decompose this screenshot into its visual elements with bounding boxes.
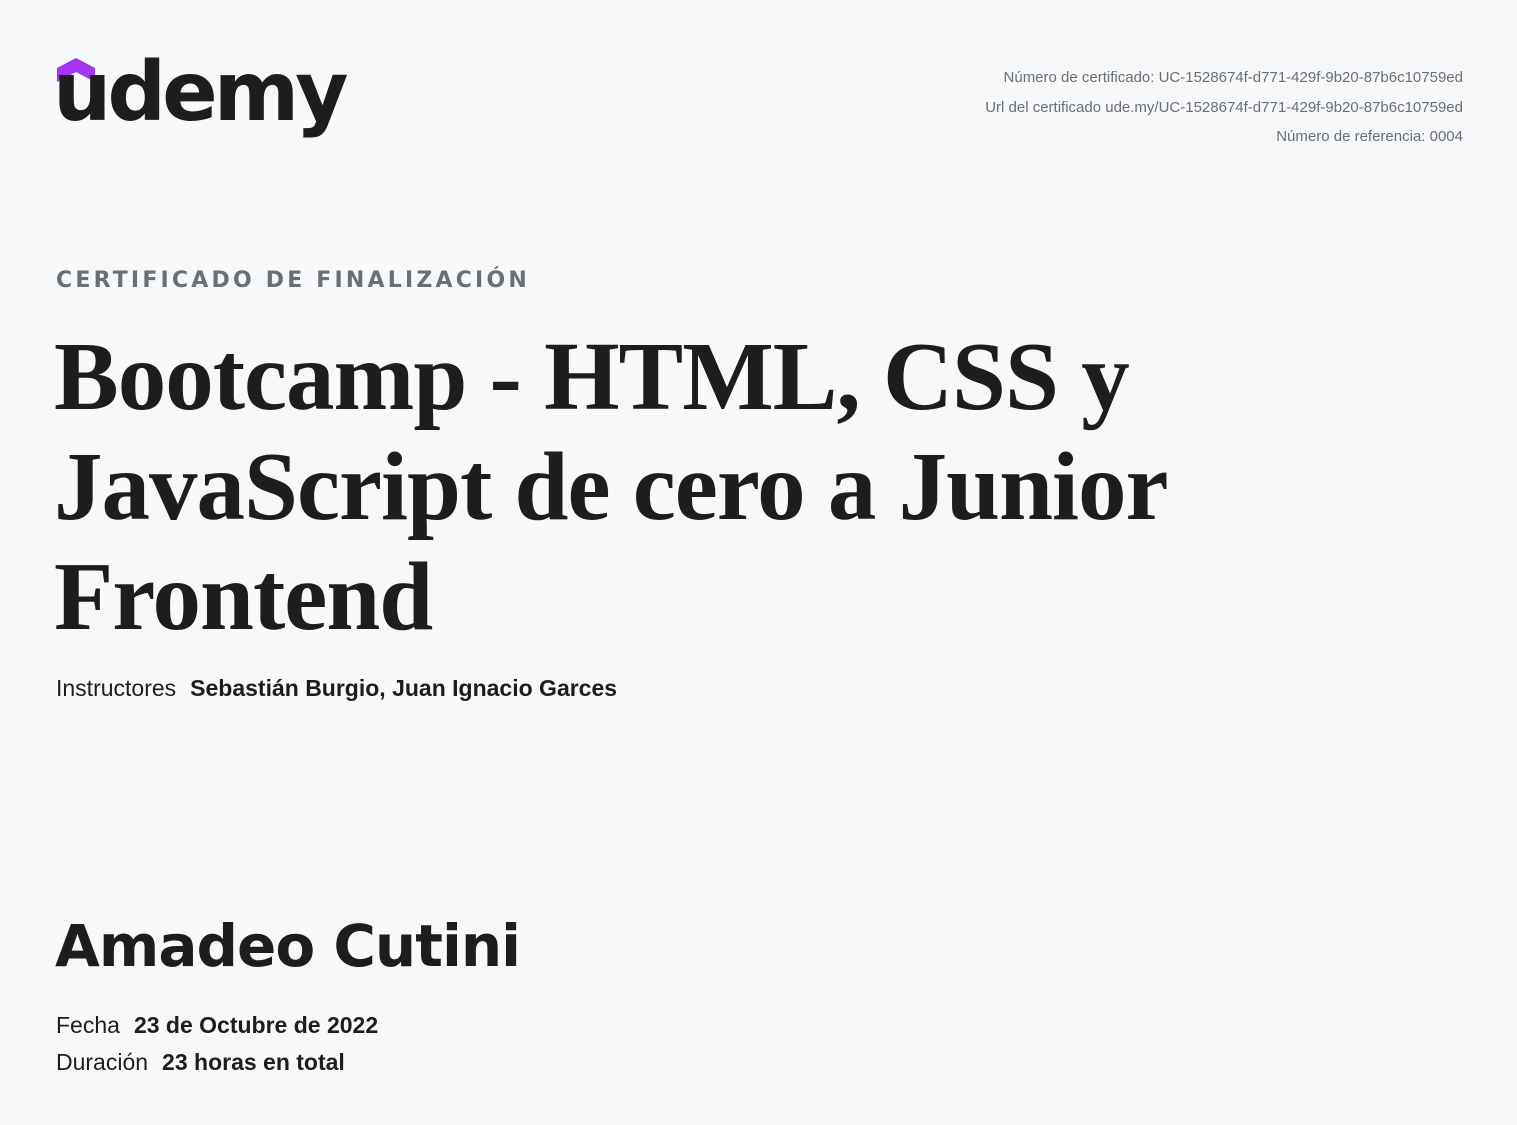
certificate-url: Url del certificado ude.my/UC-1528674f-d… <box>985 98 1463 116</box>
duration-label: Duración <box>56 1049 149 1075</box>
udemy-logo: udemy <box>53 52 349 158</box>
date-label: Fecha <box>56 1012 120 1038</box>
instructors-label: Instructores <box>56 675 177 701</box>
student-name: Amadeo Cutini <box>55 912 521 980</box>
instructors-row: Instructores Sebastián Burgio, Juan Ignac… <box>56 675 617 702</box>
certificate-meta: Número de certificado: UC-1528674f-d771-… <box>985 63 1463 152</box>
certificate-heading: CERTIFICADO DE FINALIZACIÓN <box>56 268 530 293</box>
certificate-number: Número de certificado: UC-1528674f-d771-… <box>1003 69 1463 86</box>
date-row: Fecha 23 de Octubre de 2022 <box>56 1012 378 1039</box>
duration-row: Duración 23 horas en total <box>56 1049 345 1076</box>
date-value: 23 de Octubre de 2022 <box>133 1012 379 1038</box>
instructors-names: Sebastián Burgio, Juan Ignacio Garces <box>190 675 618 701</box>
duration-value: 23 horas en total <box>162 1049 345 1075</box>
logo-wordmark: udemy <box>53 45 349 140</box>
course-title: Bootcamp - HTML, CSS y JavaScript de cer… <box>54 323 1167 650</box>
reference-number: Número de referencia: 0004 <box>1276 128 1463 145</box>
